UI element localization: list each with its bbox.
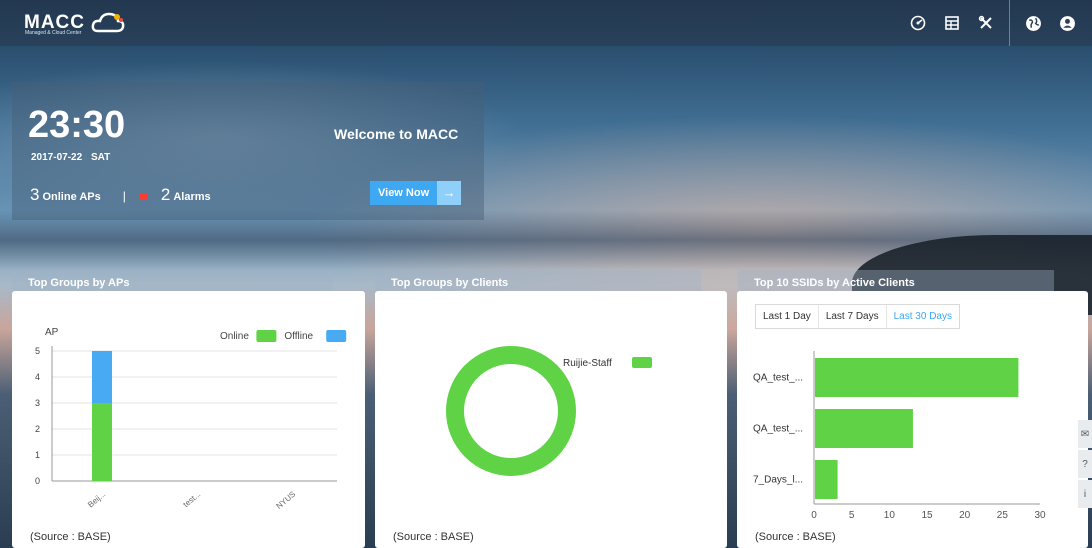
top-ssids-card: Last 1 Day Last 7 Days Last 30 Days 0 5 10…: [737, 291, 1088, 548]
help-icon[interactable]: ?: [1078, 450, 1092, 478]
ssid-bar: [815, 460, 838, 499]
x-tick-label: 30: [1034, 510, 1046, 521]
alarm-indicator-icon: [139, 193, 147, 200]
date-value: 2017-07-22: [31, 152, 83, 163]
current-date: 2017-07-22 SAT: [31, 152, 110, 163]
donut-slice: [446, 346, 576, 476]
x-tick-label: 10: [884, 510, 896, 521]
message-icon[interactable]: ✉: [1078, 420, 1092, 448]
tab-last-7-days[interactable]: Last 7 Days: [819, 305, 887, 328]
y-tick-label: 1: [35, 450, 40, 460]
top-groups-by-clients-card: Ruijie-Staff (Source : BASE): [375, 291, 727, 548]
view-now-button[interactable]: View Now →: [370, 181, 462, 205]
info-icon[interactable]: i: [1078, 480, 1092, 508]
clients-donut-chart: Ruijie-Staff: [446, 346, 652, 476]
x-tick-label: 5: [849, 510, 855, 521]
y-tick-label: 5: [35, 346, 40, 356]
globe-icon[interactable]: [1016, 0, 1050, 46]
welcome-panel: 23:30 2017-07-22 SAT 3 Online APs | 2 Al…: [12, 82, 484, 220]
current-time: 23:30: [28, 104, 126, 146]
aps-source: (Source : BASE): [30, 531, 111, 543]
side-tools: ✉ ? i: [1078, 420, 1092, 510]
y-axis-label: AP: [45, 327, 59, 338]
logo-subtitle: Managed & Cloud Center: [25, 30, 82, 36]
legend-label: Ruijie-Staff: [563, 358, 612, 369]
cloud-logo-icon: [91, 12, 125, 33]
view-now-label: View Now: [370, 181, 438, 205]
user-icon[interactable]: [1050, 0, 1084, 46]
toolbar-divider: [1009, 0, 1010, 46]
x-tick-label: 15: [921, 510, 933, 521]
tools-icon[interactable]: [969, 0, 1003, 46]
legend-label: Offline: [284, 331, 313, 342]
x-tick-label: 0: [811, 510, 817, 521]
y-tick-label: 4: [35, 372, 40, 382]
aps-bar-chart: AP 0 1 2 3 4 5 Beij... test... NYUS Online Offline: [35, 327, 347, 511]
alarms-count[interactable]: 2: [161, 185, 170, 205]
bar-offline: [92, 351, 112, 403]
legend-label: Online: [220, 331, 249, 342]
clients-source: (Source : BASE): [393, 531, 474, 543]
welcome-message: Welcome to MACC: [334, 126, 459, 142]
top-navigation-bar: MACC Managed & Cloud Center: [0, 0, 1092, 46]
x-tick-label: NYUS: [274, 490, 297, 511]
x-tick-label: 25: [997, 510, 1009, 521]
dashboard-icon[interactable]: [901, 0, 935, 46]
x-tick-label: test...: [182, 490, 203, 509]
legend-swatch: [632, 357, 652, 368]
y-tick-label: 2: [35, 424, 40, 434]
arrow-right-icon: →: [437, 181, 462, 205]
x-tick-label: Beij...: [86, 490, 107, 510]
alarms-label: Alarms: [173, 191, 211, 203]
y-tick-label: QA_test_...: [753, 424, 803, 435]
online-aps-count[interactable]: 3: [30, 185, 39, 205]
online-aps-label: Online APs: [42, 191, 101, 203]
legend-swatch: [326, 330, 347, 342]
y-tick-label: 0: [35, 476, 40, 486]
top-toolbar: [901, 0, 1084, 46]
stats-separator: |: [122, 189, 126, 203]
time-range-tabs: Last 1 Day Last 7 Days Last 30 Days: [755, 304, 960, 329]
ssid-bar: [815, 358, 1019, 397]
ssid-bar-chart: 0 5 10 15 20 25 30 QA_test_... QA_test_... 7_Days…: [753, 351, 1046, 521]
legend-swatch: [256, 330, 277, 342]
tab-last-1-day[interactable]: Last 1 Day: [756, 305, 819, 328]
y-tick-label: QA_test_...: [753, 373, 803, 384]
y-tick-label: 7_Days_l...: [753, 475, 803, 486]
top-groups-by-aps-card: AP 0 1 2 3 4 5 Beij... test... NYUS Online Offline …: [12, 291, 365, 548]
ssid-bar: [815, 409, 913, 448]
ssids-source: (Source : BASE): [755, 531, 836, 543]
summary-stats: 3 Online APs | 2 Alarms: [30, 185, 211, 205]
weekday-value: SAT: [90, 152, 111, 163]
bar-online: [92, 403, 112, 481]
report-icon[interactable]: [935, 0, 969, 46]
y-tick-label: 3: [35, 398, 40, 408]
tab-last-30-days[interactable]: Last 30 Days: [887, 305, 959, 328]
x-tick-label: 20: [959, 510, 971, 521]
